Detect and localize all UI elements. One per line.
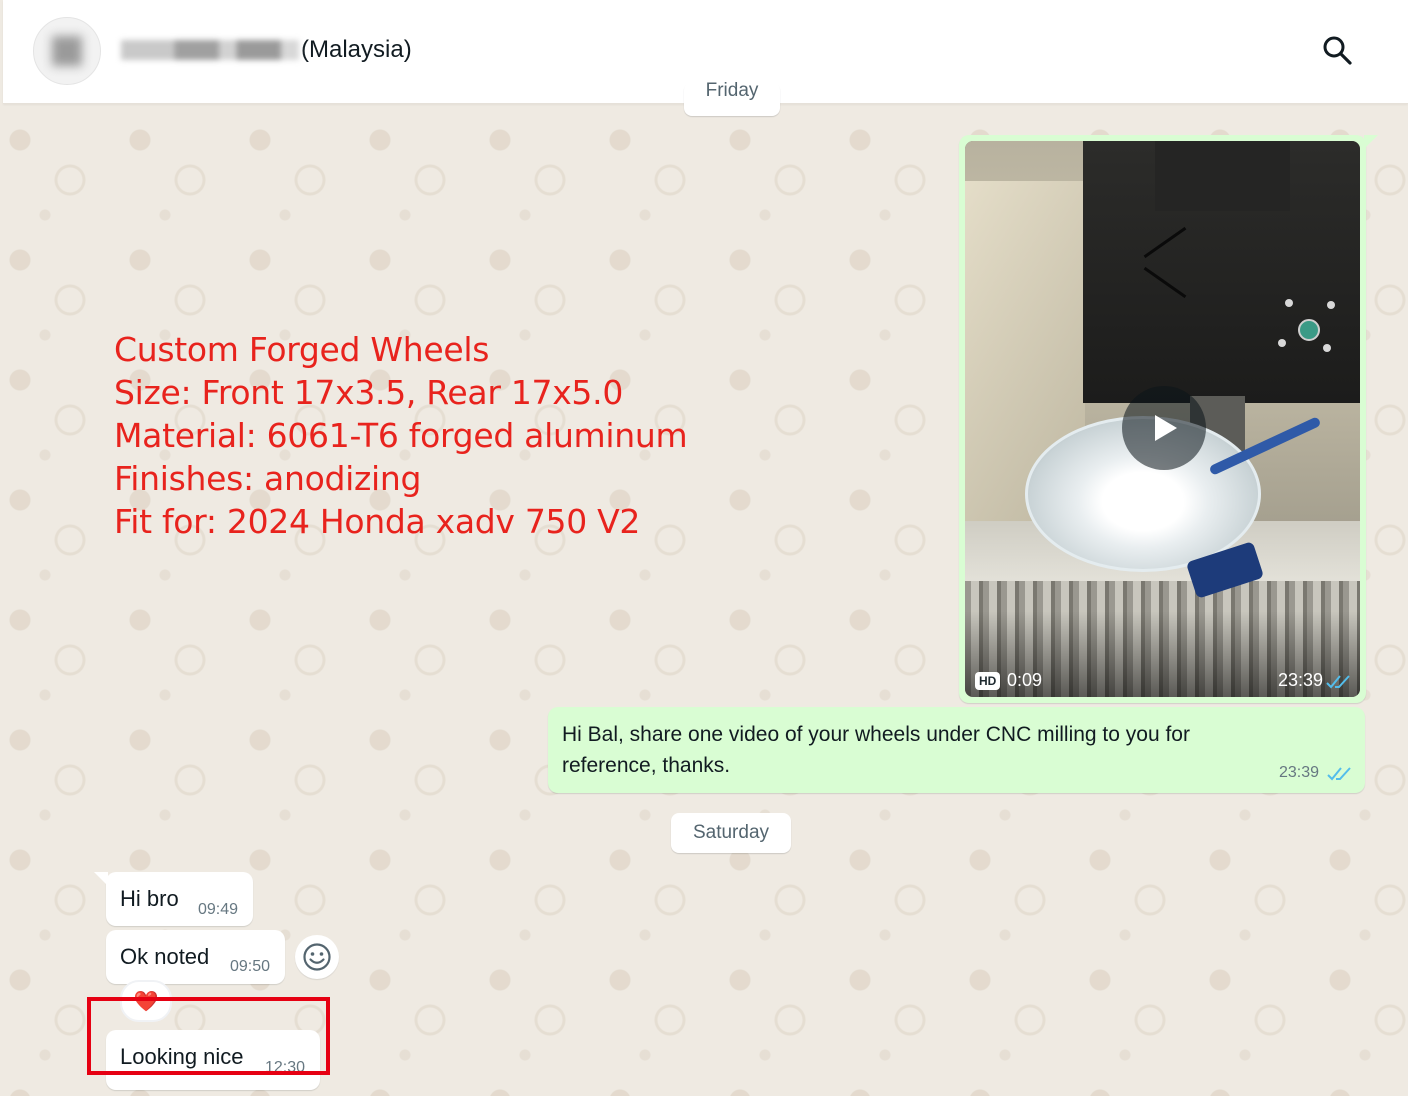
react-button[interactable] <box>295 935 339 979</box>
highlight-box <box>87 997 330 1075</box>
play-button[interactable] <box>1122 386 1206 470</box>
day-separator-saturday: Saturday <box>671 813 791 853</box>
annotation-line: Custom Forged Wheels <box>114 330 490 369</box>
day-separator-label: Friday <box>705 80 759 101</box>
contact-name-text: (Malaysia) <box>301 36 412 63</box>
search-icon <box>1323 36 1352 65</box>
video-message[interactable]: HD 0:09 23:39 <box>959 135 1378 703</box>
message-time: 09:50 <box>230 958 271 975</box>
annotation-line: Material: 6061-T6 forged aluminum <box>114 416 688 455</box>
message-text: Hi bro <box>120 886 179 911</box>
smiley-icon <box>303 943 331 971</box>
blurred-name <box>121 40 299 60</box>
double-check-read-icon <box>1327 767 1351 781</box>
annotation-line: Fit for: 2024 Honda xadv 750 V2 <box>114 502 641 541</box>
day-separator-friday: Friday <box>684 80 780 116</box>
outgoing-message[interactable]: Hi Bal, share one video of your wheels u… <box>548 707 1365 793</box>
incoming-message[interactable]: Ok noted 09:50 <box>106 930 285 984</box>
play-icon <box>1155 415 1177 441</box>
video-duration: 0:09 <box>1007 670 1043 690</box>
annotation-line: Size: Front 17x3.5, Rear 17x5.0 <box>114 373 624 412</box>
video-thumbnail[interactable]: HD 0:09 23:39 <box>965 141 1360 697</box>
message-time: 09:49 <box>198 901 239 918</box>
contact-name[interactable]: (Malaysia) <box>121 30 412 70</box>
incoming-message[interactable]: Hi bro 09:49 <box>94 872 253 926</box>
search-button[interactable] <box>1315 28 1359 72</box>
overlay-annotation: Custom Forged Wheels Size: Front 17x3.5,… <box>114 328 754 543</box>
double-check-read-icon <box>1326 675 1350 689</box>
message-text: Ok noted <box>120 944 210 969</box>
hd-badge: HD <box>975 672 1001 690</box>
annotation-line: Finishes: anodizing <box>114 459 422 498</box>
message-text: Hi Bal, share one video of your wheels u… <box>562 723 1190 777</box>
message-time: 23:39 <box>1279 764 1320 781</box>
message-time: 23:39 <box>1278 670 1324 690</box>
day-separator-label: Saturday <box>692 822 770 843</box>
contact-avatar[interactable] <box>33 17 101 85</box>
